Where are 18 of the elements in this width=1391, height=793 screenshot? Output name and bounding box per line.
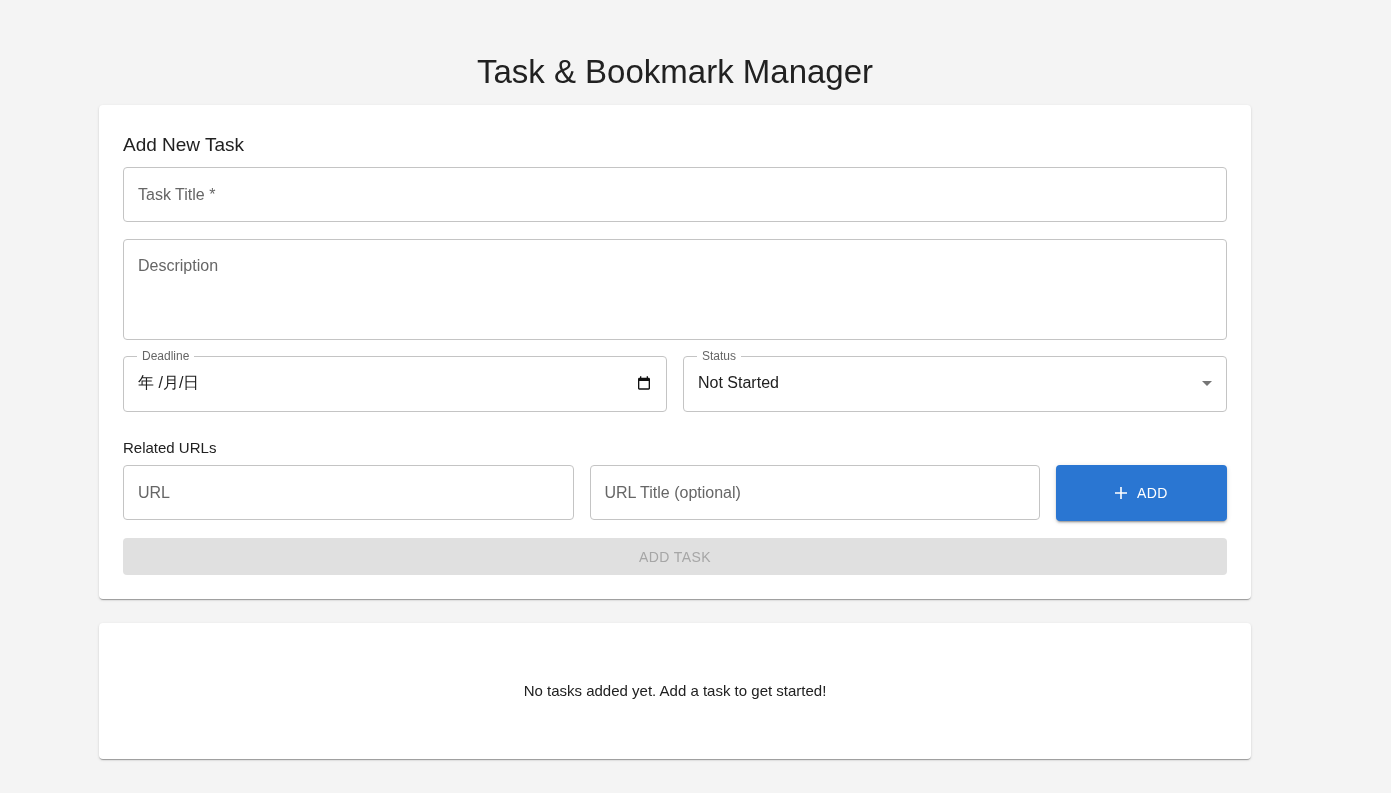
status-select[interactable]: Status Not Started xyxy=(683,349,1227,412)
field-label: Deadline xyxy=(141,349,191,363)
plus-icon xyxy=(1115,487,1128,499)
field-label: Status xyxy=(701,349,738,363)
url-title-field[interactable]: URL Title (optional) xyxy=(589,465,1040,520)
calendar-icon xyxy=(636,375,652,391)
deadline-date-field[interactable]: Deadline 年 /月/日 xyxy=(123,349,667,412)
add-url-button[interactable]: ADD xyxy=(1056,465,1227,521)
page-title: Task & Bookmark Manager xyxy=(475,52,875,92)
form-heading: Add New Task xyxy=(123,133,246,157)
dropdown-caret-icon xyxy=(1202,380,1212,386)
section-label: Related URLs xyxy=(123,439,218,456)
date-value: 年 /月/日 xyxy=(138,372,200,393)
empty-message: No tasks added yet. Add a task to get started! xyxy=(522,681,828,701)
select-value: Not Started xyxy=(698,374,779,393)
task-title-field[interactable]: Task Title * xyxy=(123,167,1227,222)
url-field[interactable]: URL xyxy=(123,465,574,520)
description-field[interactable]: Description xyxy=(123,239,1227,340)
